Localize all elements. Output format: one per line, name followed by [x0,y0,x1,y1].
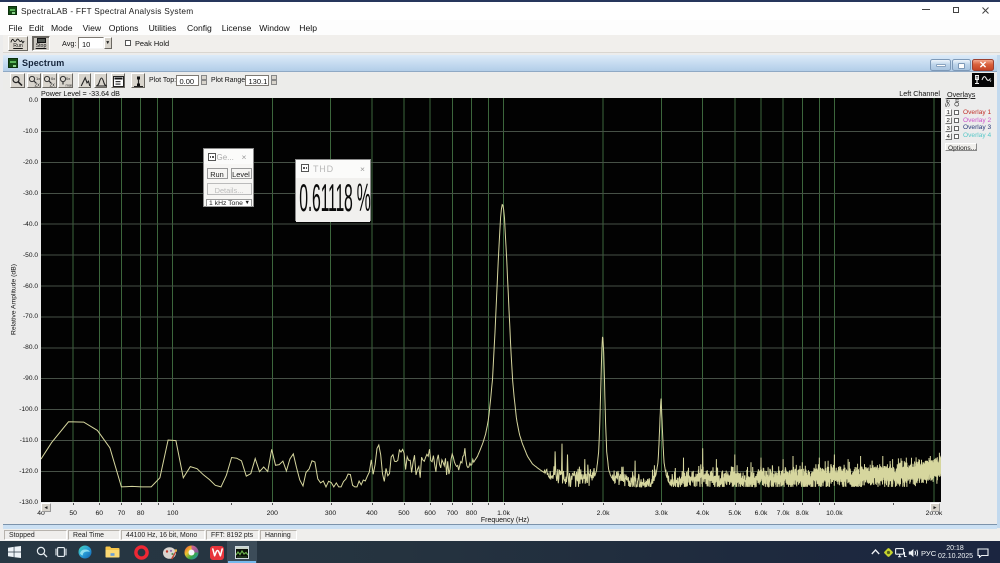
svg-text:2x: 2x [50,82,56,88]
svg-text:max: max [66,82,73,87]
svg-text:0x: 0x [66,76,70,81]
svg-text:0x: 0x [51,76,55,81]
